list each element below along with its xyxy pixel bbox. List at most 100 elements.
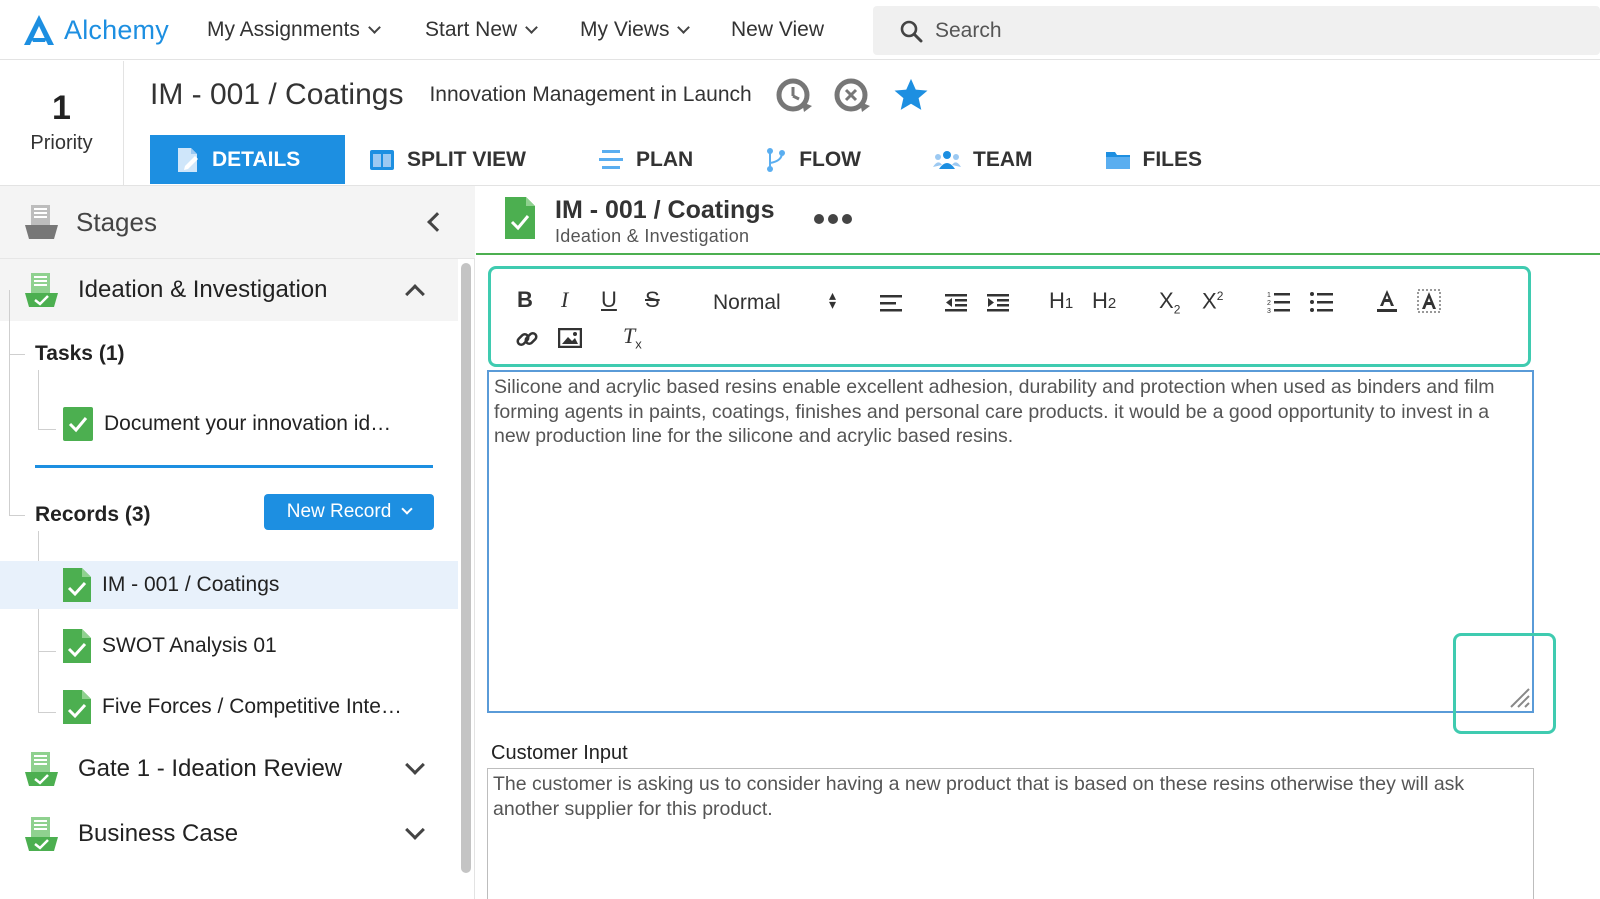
chevron-down-icon[interactable]: [405, 755, 425, 775]
nav-label: My Views: [580, 18, 670, 41]
more-options-icon[interactable]: [814, 214, 852, 224]
chevron-up-icon[interactable]: [405, 284, 425, 304]
page-title: IM - 001 / Coatings: [150, 78, 404, 111]
resize-handle-highlight: [1453, 633, 1556, 734]
stage-checklist-icon: [25, 752, 58, 786]
link-icon[interactable]: [515, 327, 539, 351]
app-name: Alchemy: [64, 14, 169, 45]
nav-label: New View: [731, 18, 824, 41]
task-item[interactable]: Document your innovation id…: [0, 400, 458, 448]
record-title: IM - 001 / Coatings: [555, 196, 775, 224]
top-navigation: Alchemy My Assignments Start New My View…: [0, 0, 1600, 60]
align-left-icon[interactable]: [880, 293, 904, 313]
search-icon: [900, 20, 923, 42]
stage-business-case[interactable]: Business Case: [0, 803, 458, 865]
tree-line: [9, 354, 25, 355]
favorite-star-icon[interactable]: [892, 76, 930, 114]
record-stage: Ideation & Investigation: [555, 226, 750, 246]
bold-button[interactable]: B: [517, 289, 533, 311]
stage-checklist-icon: [25, 273, 58, 307]
stages-header: Stages: [0, 186, 475, 259]
description-editor[interactable]: Silicone and acrylic based resins enable…: [487, 370, 1534, 713]
history-clock-icon[interactable]: [776, 76, 814, 114]
record-item[interactable]: IM - 001 / Coatings: [0, 561, 458, 609]
nav-my-views[interactable]: My Views: [580, 18, 691, 42]
collapse-panel-chevron-icon[interactable]: [427, 212, 447, 232]
underline-button[interactable]: U: [601, 289, 617, 311]
alchemy-logo[interactable]: Alchemy: [22, 10, 169, 50]
stage-gate1[interactable]: Gate 1 - Ideation Review: [0, 738, 458, 800]
select-arrows-icon: ▴ ▾: [829, 287, 837, 312]
chevron-down-icon: [401, 503, 413, 515]
editor-content: Silicone and acrylic based resins enable…: [494, 376, 1495, 447]
bullet-list-icon[interactable]: [1310, 291, 1334, 313]
stage-checklist-icon: [25, 817, 58, 851]
record-label: IM - 001 / Coatings: [102, 573, 280, 596]
record-doc-icon: [63, 690, 91, 724]
new-record-button[interactable]: New Record: [264, 494, 434, 530]
clear-format-button[interactable]: Tx: [623, 324, 642, 350]
alchemy-logo-icon: [24, 15, 54, 45]
tab-team[interactable]: TEAM: [887, 135, 1059, 184]
nav-start-new[interactable]: Start New: [425, 18, 539, 42]
new-record-label: New Record: [286, 501, 392, 522]
record-doc-icon: [63, 568, 91, 602]
chevron-down-icon[interactable]: [405, 820, 425, 840]
record-doc-icon: [63, 629, 91, 663]
format-select[interactable]: Normal: [713, 291, 781, 315]
record-title-row: IM - 001 / Coatings Innovation Managemen…: [150, 76, 930, 114]
tab-details[interactable]: DETAILS: [150, 135, 345, 184]
nav-my-assignments[interactable]: My Assignments: [207, 18, 381, 42]
details-icon: [178, 147, 198, 172]
tab-label: TEAM: [973, 147, 1033, 171]
record-label: SWOT Analysis 01: [102, 634, 277, 657]
resize-grip-icon[interactable]: [1507, 685, 1531, 709]
stage-label: Gate 1 - Ideation Review: [78, 755, 343, 782]
tab-label: FILES: [1142, 147, 1203, 171]
stage-label: Business Case: [78, 820, 239, 847]
record-doc-icon: [505, 197, 535, 239]
tab-label: PLAN: [636, 147, 694, 171]
tab-split-view[interactable]: SPLIT VIEW: [345, 135, 552, 184]
record-item[interactable]: SWOT Analysis 01: [0, 622, 458, 670]
record-header: IM - 001 / Coatings Ideation & Investiga…: [476, 186, 1600, 255]
tab-files[interactable]: FILES: [1059, 135, 1229, 184]
nav-new-view[interactable]: New View: [731, 18, 824, 42]
subscript-button[interactable]: X2: [1159, 289, 1180, 315]
tab-plan[interactable]: PLAN: [552, 135, 719, 184]
customer-input-content: The customer is asking us to consider ha…: [493, 773, 1465, 820]
customer-input-field[interactable]: The customer is asking us to consider ha…: [487, 768, 1534, 899]
tab-label: SPLIT VIEW: [407, 147, 527, 171]
panel-scrollbar[interactable]: [461, 263, 471, 873]
tab-flow[interactable]: FLOW: [719, 135, 887, 184]
stage-ideation[interactable]: Ideation & Investigation: [0, 259, 458, 321]
priority-box: 1 Priority: [0, 61, 124, 185]
cancel-clock-icon[interactable]: [834, 76, 872, 114]
stages-title: Stages: [76, 206, 157, 237]
stages-icon: [25, 205, 58, 239]
heading2-button[interactable]: H2: [1092, 290, 1116, 312]
plan-icon: [599, 149, 624, 169]
record-tabs: DETAILS SPLIT VIEW PLAN FLOW TEAM FILES: [150, 135, 1228, 184]
outdent-icon[interactable]: [945, 293, 969, 313]
heading1-button[interactable]: H1: [1049, 290, 1073, 312]
flow-icon: [767, 147, 786, 172]
chevron-down-icon: [677, 20, 691, 34]
background-color-icon[interactable]: [1417, 289, 1441, 313]
image-icon[interactable]: [558, 328, 582, 348]
strikethrough-button[interactable]: S: [645, 289, 660, 311]
italic-button[interactable]: I: [561, 289, 568, 311]
text-color-icon[interactable]: [1376, 289, 1398, 313]
team-icon: [933, 150, 961, 169]
svg-text:2: 2: [1267, 300, 1271, 307]
ordered-list-icon[interactable]: 1 2 3: [1267, 290, 1291, 314]
search-input[interactable]: Search: [873, 6, 1600, 55]
indent-icon[interactable]: [987, 293, 1011, 313]
tree-line: [9, 515, 25, 516]
split-view-icon: [370, 149, 394, 170]
chevron-down-icon: [368, 20, 381, 34]
tasks-label: Tasks (1): [35, 342, 125, 365]
superscript-button[interactable]: X2: [1202, 290, 1223, 312]
record-item[interactable]: Five Forces / Competitive Inte…: [0, 683, 458, 731]
svg-text:3: 3: [1267, 308, 1271, 314]
